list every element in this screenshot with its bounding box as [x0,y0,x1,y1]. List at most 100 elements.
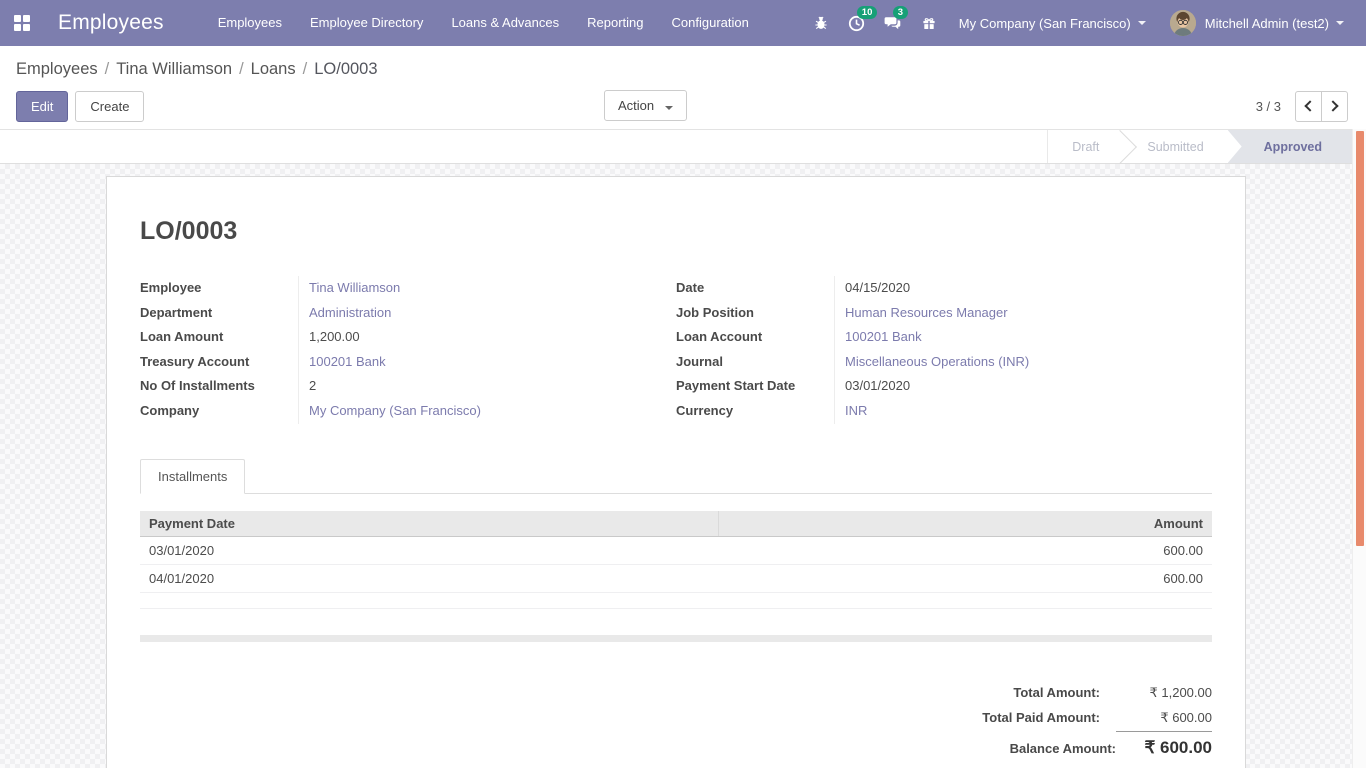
field-value-loan-account[interactable]: 100201 Bank [834,325,1212,350]
cell-payment-date: 03/01/2020 [140,536,719,564]
company-switcher[interactable]: My Company (San Francisco) [947,0,1158,46]
menu-loans-advances[interactable]: Loans & Advances [437,0,573,46]
breadcrumb-employees[interactable]: Employees [16,60,98,78]
field-label-currency: Currency [676,399,834,424]
field-value-job-position[interactable]: Human Resources Manager [834,301,1212,326]
activities-button[interactable]: 10 [839,0,875,46]
content-area: LO/0003 EmployeeTina Williamson Departme… [0,164,1352,768]
balance-value: ₹ 600.00 [1116,731,1212,760]
total-paid-label: Total Paid Amount: [982,705,1100,730]
record-title: LO/0003 [140,217,1212,246]
field-label-treasury-account: Treasury Account [140,350,298,375]
field-label-date: Date [676,276,834,301]
table-row-empty [140,592,1212,608]
field-value-currency[interactable]: INR [834,399,1212,424]
field-value-payment-start-date: 03/01/2020 [834,374,1212,399]
field-label-employee: Employee [140,276,298,301]
status-step-submitted[interactable]: Submitted [1123,130,1227,163]
field-value-journal[interactable]: Miscellaneous Operations (INR) [834,350,1212,375]
chevron-left-icon [1304,100,1315,111]
breadcrumb-loans[interactable]: Loans [251,60,296,78]
field-column-left: EmployeeTina Williamson DepartmentAdmini… [140,276,676,424]
pager: 3 / 3 [1256,91,1348,122]
installments-table-wrap: Payment Date Amount 03/01/2020 600.00 04… [140,511,1212,642]
field-label-job-position: Job Position [676,301,834,326]
notebook: Installments Payment Date Amount [140,458,1212,642]
edit-button[interactable]: Edit [16,91,68,122]
field-label-loan-amount: Loan Amount [140,325,298,350]
messages-button[interactable]: 3 [875,0,911,46]
form-sheet: LO/0003 EmployeeTina Williamson Departme… [106,176,1246,768]
apps-menu-button[interactable] [0,0,44,46]
cell-payment-date: 04/01/2020 [140,564,719,592]
field-label-loan-account: Loan Account [676,325,834,350]
field-value-treasury-account[interactable]: 100201 Bank [298,350,676,375]
app-menu: Employees Employee Directory Loans & Adv… [204,0,763,46]
statusbar: Draft Submitted Approved [0,129,1352,164]
vertical-scrollbar[interactable] [1352,129,1366,768]
app-name[interactable]: Employees [58,11,164,35]
field-label-payment-start-date: Payment Start Date [676,374,834,399]
control-panel: Edit Create Action 3 / 3 [0,83,1366,129]
total-paid-value: ₹ 600.00 [1100,705,1212,730]
menu-configuration[interactable]: Configuration [658,0,763,46]
total-amount-label: Total Amount: [1013,680,1100,705]
total-paid-row: Total Paid Amount: ₹ 600.00 [982,705,1212,730]
field-value-department[interactable]: Administration [298,301,676,326]
field-value-installments: 2 [298,374,676,399]
apps-grid-icon [14,15,30,31]
breadcrumb-employee[interactable]: Tina Williamson [116,60,232,78]
balance-label: Balance Amount: [1010,736,1116,761]
menu-employee-directory[interactable]: Employee Directory [296,0,437,46]
gift-icon [921,15,937,31]
top-navbar: Employees Employees Employee Directory L… [0,0,1366,46]
balance-row: Balance Amount: ₹ 600.00 [1010,731,1212,761]
pager-counter: 3 / 3 [1256,99,1281,114]
bug-icon [813,15,829,31]
column-header-amount[interactable]: Amount [719,511,1212,537]
field-group: EmployeeTina Williamson DepartmentAdmini… [140,276,1212,424]
field-column-right: Date04/15/2020 Job PositionHuman Resourc… [676,276,1212,424]
column-header-payment-date[interactable]: Payment Date [140,511,719,537]
debug-button[interactable] [803,0,839,46]
gift-button[interactable] [911,0,947,46]
messages-count-badge: 3 [893,6,908,19]
field-value-date: 04/15/2020 [834,276,1212,301]
field-label-installments: No Of Installments [140,374,298,399]
field-label-department: Department [140,301,298,326]
user-avatar [1170,10,1196,36]
table-row[interactable]: 03/01/2020 600.00 [140,536,1212,564]
field-value-employee[interactable]: Tina Williamson [298,276,676,301]
menu-reporting[interactable]: Reporting [573,0,657,46]
table-footer-bar [140,635,1212,642]
installments-table: Payment Date Amount 03/01/2020 600.00 04… [140,511,1212,609]
action-dropdown-button[interactable]: Action [604,90,687,121]
chevron-right-icon [1327,100,1338,111]
chevron-down-icon [665,106,673,110]
table-row[interactable]: 04/01/2020 600.00 [140,564,1212,592]
field-label-journal: Journal [676,350,834,375]
tab-bar: Installments [140,458,1212,494]
total-amount-value: ₹ 1,200.00 [1100,680,1212,705]
create-button[interactable]: Create [75,91,144,122]
field-value-company[interactable]: My Company (San Francisco) [298,399,676,424]
pager-previous-button[interactable] [1295,91,1322,122]
tab-installments[interactable]: Installments [140,459,245,494]
status-step-draft[interactable]: Draft [1048,130,1123,163]
status-step-approved[interactable]: Approved [1228,130,1352,163]
breadcrumb-current: LO/0003 [314,60,377,78]
cell-amount: 600.00 [719,564,1212,592]
scrollbar-thumb[interactable] [1356,131,1364,546]
menu-employees[interactable]: Employees [204,0,296,46]
breadcrumb: Employees/Tina Williamson/Loans/LO/0003 [0,46,1366,83]
chevron-down-icon [1138,21,1146,25]
totals-block: Total Amount: ₹ 1,200.00 Total Paid Amou… [140,680,1212,761]
total-amount-row: Total Amount: ₹ 1,200.00 [1013,680,1212,705]
field-label-company: Company [140,399,298,424]
user-menu[interactable]: Mitchell Admin (test2) [1158,0,1356,46]
company-name: My Company (San Francisco) [959,16,1131,31]
chevron-down-icon [1336,21,1344,25]
cell-amount: 600.00 [719,536,1212,564]
user-name: Mitchell Admin (test2) [1205,16,1329,31]
pager-next-button[interactable] [1321,91,1348,122]
